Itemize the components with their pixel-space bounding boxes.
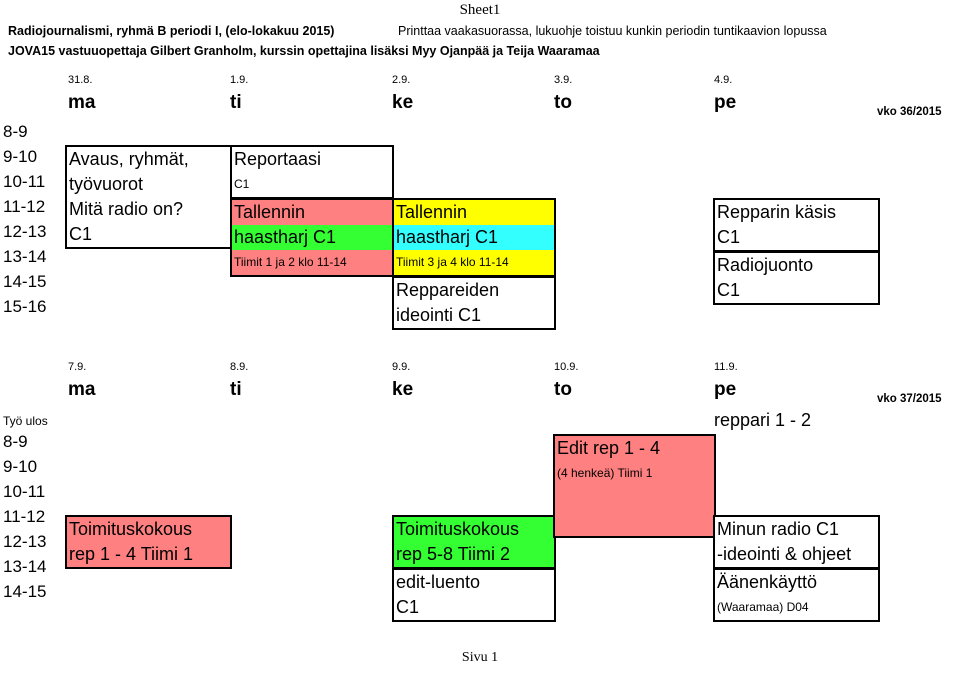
week1-day-1: ti	[230, 92, 242, 113]
week2-event-5[interactable]: Äänenkäyttö (Waaramaa) D04	[713, 568, 880, 622]
event-line: Äänenkäyttö	[715, 570, 878, 595]
week1-event-3[interactable]: Tallennin haastharj C1 Tiimit 3 ja 4 klo 1…	[392, 198, 556, 277]
week1-event-1[interactable]: Reportaasi C1	[230, 145, 394, 199]
week2-time-0: 8-9	[3, 432, 28, 451]
week1-day-2: ke	[392, 92, 414, 113]
event-line: C1	[715, 225, 878, 250]
event-line: haastharj C1	[232, 225, 392, 250]
week2-day-4: pe	[714, 379, 737, 400]
week1-date-4: 4.9.	[714, 74, 733, 86]
week2-event-4[interactable]: Minun radio C1 -ideointi & ohjeet	[713, 515, 880, 569]
teachers-line: JOVA15 vastuuopettaja Gilbert Granholm, …	[8, 44, 600, 58]
week1-date-3: 3.9.	[554, 74, 573, 86]
week2-event-2[interactable]: edit-luento C1	[392, 568, 556, 622]
event-line: C1	[67, 222, 230, 247]
event-line: Reppareiden	[394, 278, 554, 303]
event-line: Tiimit 3 ja 4 klo 11-14	[394, 250, 554, 275]
event-line: Minun radio C1	[715, 517, 878, 542]
week2-event-3[interactable]: Edit rep 1 - 4 (4 henkeä) Tiimi 1	[553, 434, 716, 538]
week1-time-3: 11-12	[3, 197, 46, 216]
event-line: Repparin käsis	[715, 200, 878, 225]
week1-date-1: 1.9.	[230, 74, 249, 86]
event-line	[555, 486, 714, 511]
event-line: Tiimit 1 ja 2 klo 11-14	[232, 250, 392, 275]
event-line: Tallennin	[232, 200, 392, 225]
week2-tyo-ulos-note: Työ ulos	[3, 414, 48, 428]
week1-event-4[interactable]: Reppareiden ideointi C1	[392, 276, 556, 330]
week1-date-0: 31.8.	[68, 74, 93, 86]
event-line: Edit rep 1 - 4	[555, 436, 714, 461]
week1-event-6[interactable]: Radiojuonto C1	[713, 251, 880, 305]
week1-week-label: vko 36/2015	[877, 106, 942, 118]
event-line: Reportaasi	[232, 147, 392, 172]
week2-time-6: 14-15	[3, 582, 47, 601]
week1-time-2: 10-11	[3, 172, 46, 191]
week1-time-5: 13-14	[3, 247, 47, 266]
event-line: rep 5-8 Tiimi 2	[394, 542, 554, 567]
event-line	[555, 511, 714, 536]
event-line: (Waaramaa) D04	[715, 595, 878, 620]
event-line: C1	[715, 278, 878, 303]
week2-week-label: vko 37/2015	[877, 393, 942, 405]
sheet-tab-title: Sheet1	[459, 2, 501, 18]
week1-date-2: 2.9.	[392, 74, 411, 86]
week1-day-3: to	[554, 92, 572, 113]
week1-time-7: 15-16	[3, 297, 47, 316]
week2-day-3: to	[554, 379, 572, 400]
event-line: (4 henkeä) Tiimi 1	[555, 461, 714, 486]
event-line: Radiojuonto	[715, 253, 878, 278]
event-line: työvuorot	[67, 172, 230, 197]
event-line: haastharj C1	[394, 225, 554, 250]
event-line: Mitä radio on?	[67, 197, 230, 222]
week2-time-5: 13-14	[3, 557, 47, 576]
event-line: Avaus, ryhmät,	[67, 147, 230, 172]
event-line: Toimituskokous	[67, 517, 230, 542]
week1-event-0[interactable]: Avaus, ryhmät, työvuorot Mitä radio on? C1	[65, 145, 232, 249]
event-line: Toimituskokous	[394, 517, 554, 542]
week2-date-2: 9.9.	[392, 361, 411, 373]
event-line: C1	[232, 172, 392, 197]
week1-day-0: ma	[68, 92, 96, 113]
week2-date-3: 10.9.	[554, 361, 579, 373]
week2-date-1: 8.9.	[230, 361, 249, 373]
week1-time-1: 9-10	[3, 147, 38, 166]
event-line: edit-luento	[394, 570, 554, 595]
week1-day-4: pe	[714, 92, 737, 113]
week1-event-5[interactable]: Repparin käsis C1	[713, 198, 880, 252]
week2-date-0: 7.9.	[68, 361, 87, 373]
week2-reppari-note: reppari 1 - 2	[714, 410, 812, 430]
week2-date-4: 11.9.	[714, 361, 738, 373]
week2-day-0: ma	[68, 379, 96, 400]
page-footer: Sivu 1	[461, 650, 499, 665]
event-line: rep 1 - 4 Tiimi 1	[67, 542, 230, 567]
week1-time-0: 8-9	[3, 122, 28, 141]
week2-event-0[interactable]: Toimituskokous rep 1 - 4 Tiimi 1	[65, 515, 232, 569]
print-note: Printtaa vaakasuorassa, lukuohje toistuu…	[398, 24, 827, 38]
week2-day-1: ti	[230, 379, 242, 400]
course-title: Radiojournalismi, ryhmä B periodi I, (el…	[8, 24, 335, 38]
week1-time-6: 14-15	[3, 272, 47, 291]
event-line: -ideointi & ohjeet	[715, 542, 878, 567]
week1-event-2[interactable]: Tallennin haastharj C1 Tiimit 1 ja 2 klo 1…	[230, 198, 394, 277]
week2-time-3: 11-12	[3, 507, 46, 526]
week2-event-1[interactable]: Toimituskokous rep 5-8 Tiimi 2	[392, 515, 556, 569]
event-line: Tallennin	[394, 200, 554, 225]
week2-time-1: 9-10	[3, 457, 38, 476]
event-line: C1	[394, 595, 554, 620]
week2-day-2: ke	[392, 379, 414, 400]
week2-time-4: 12-13	[3, 532, 47, 551]
week1-time-4: 12-13	[3, 222, 47, 241]
week2-time-2: 10-11	[3, 482, 46, 501]
event-line: ideointi C1	[394, 303, 554, 328]
